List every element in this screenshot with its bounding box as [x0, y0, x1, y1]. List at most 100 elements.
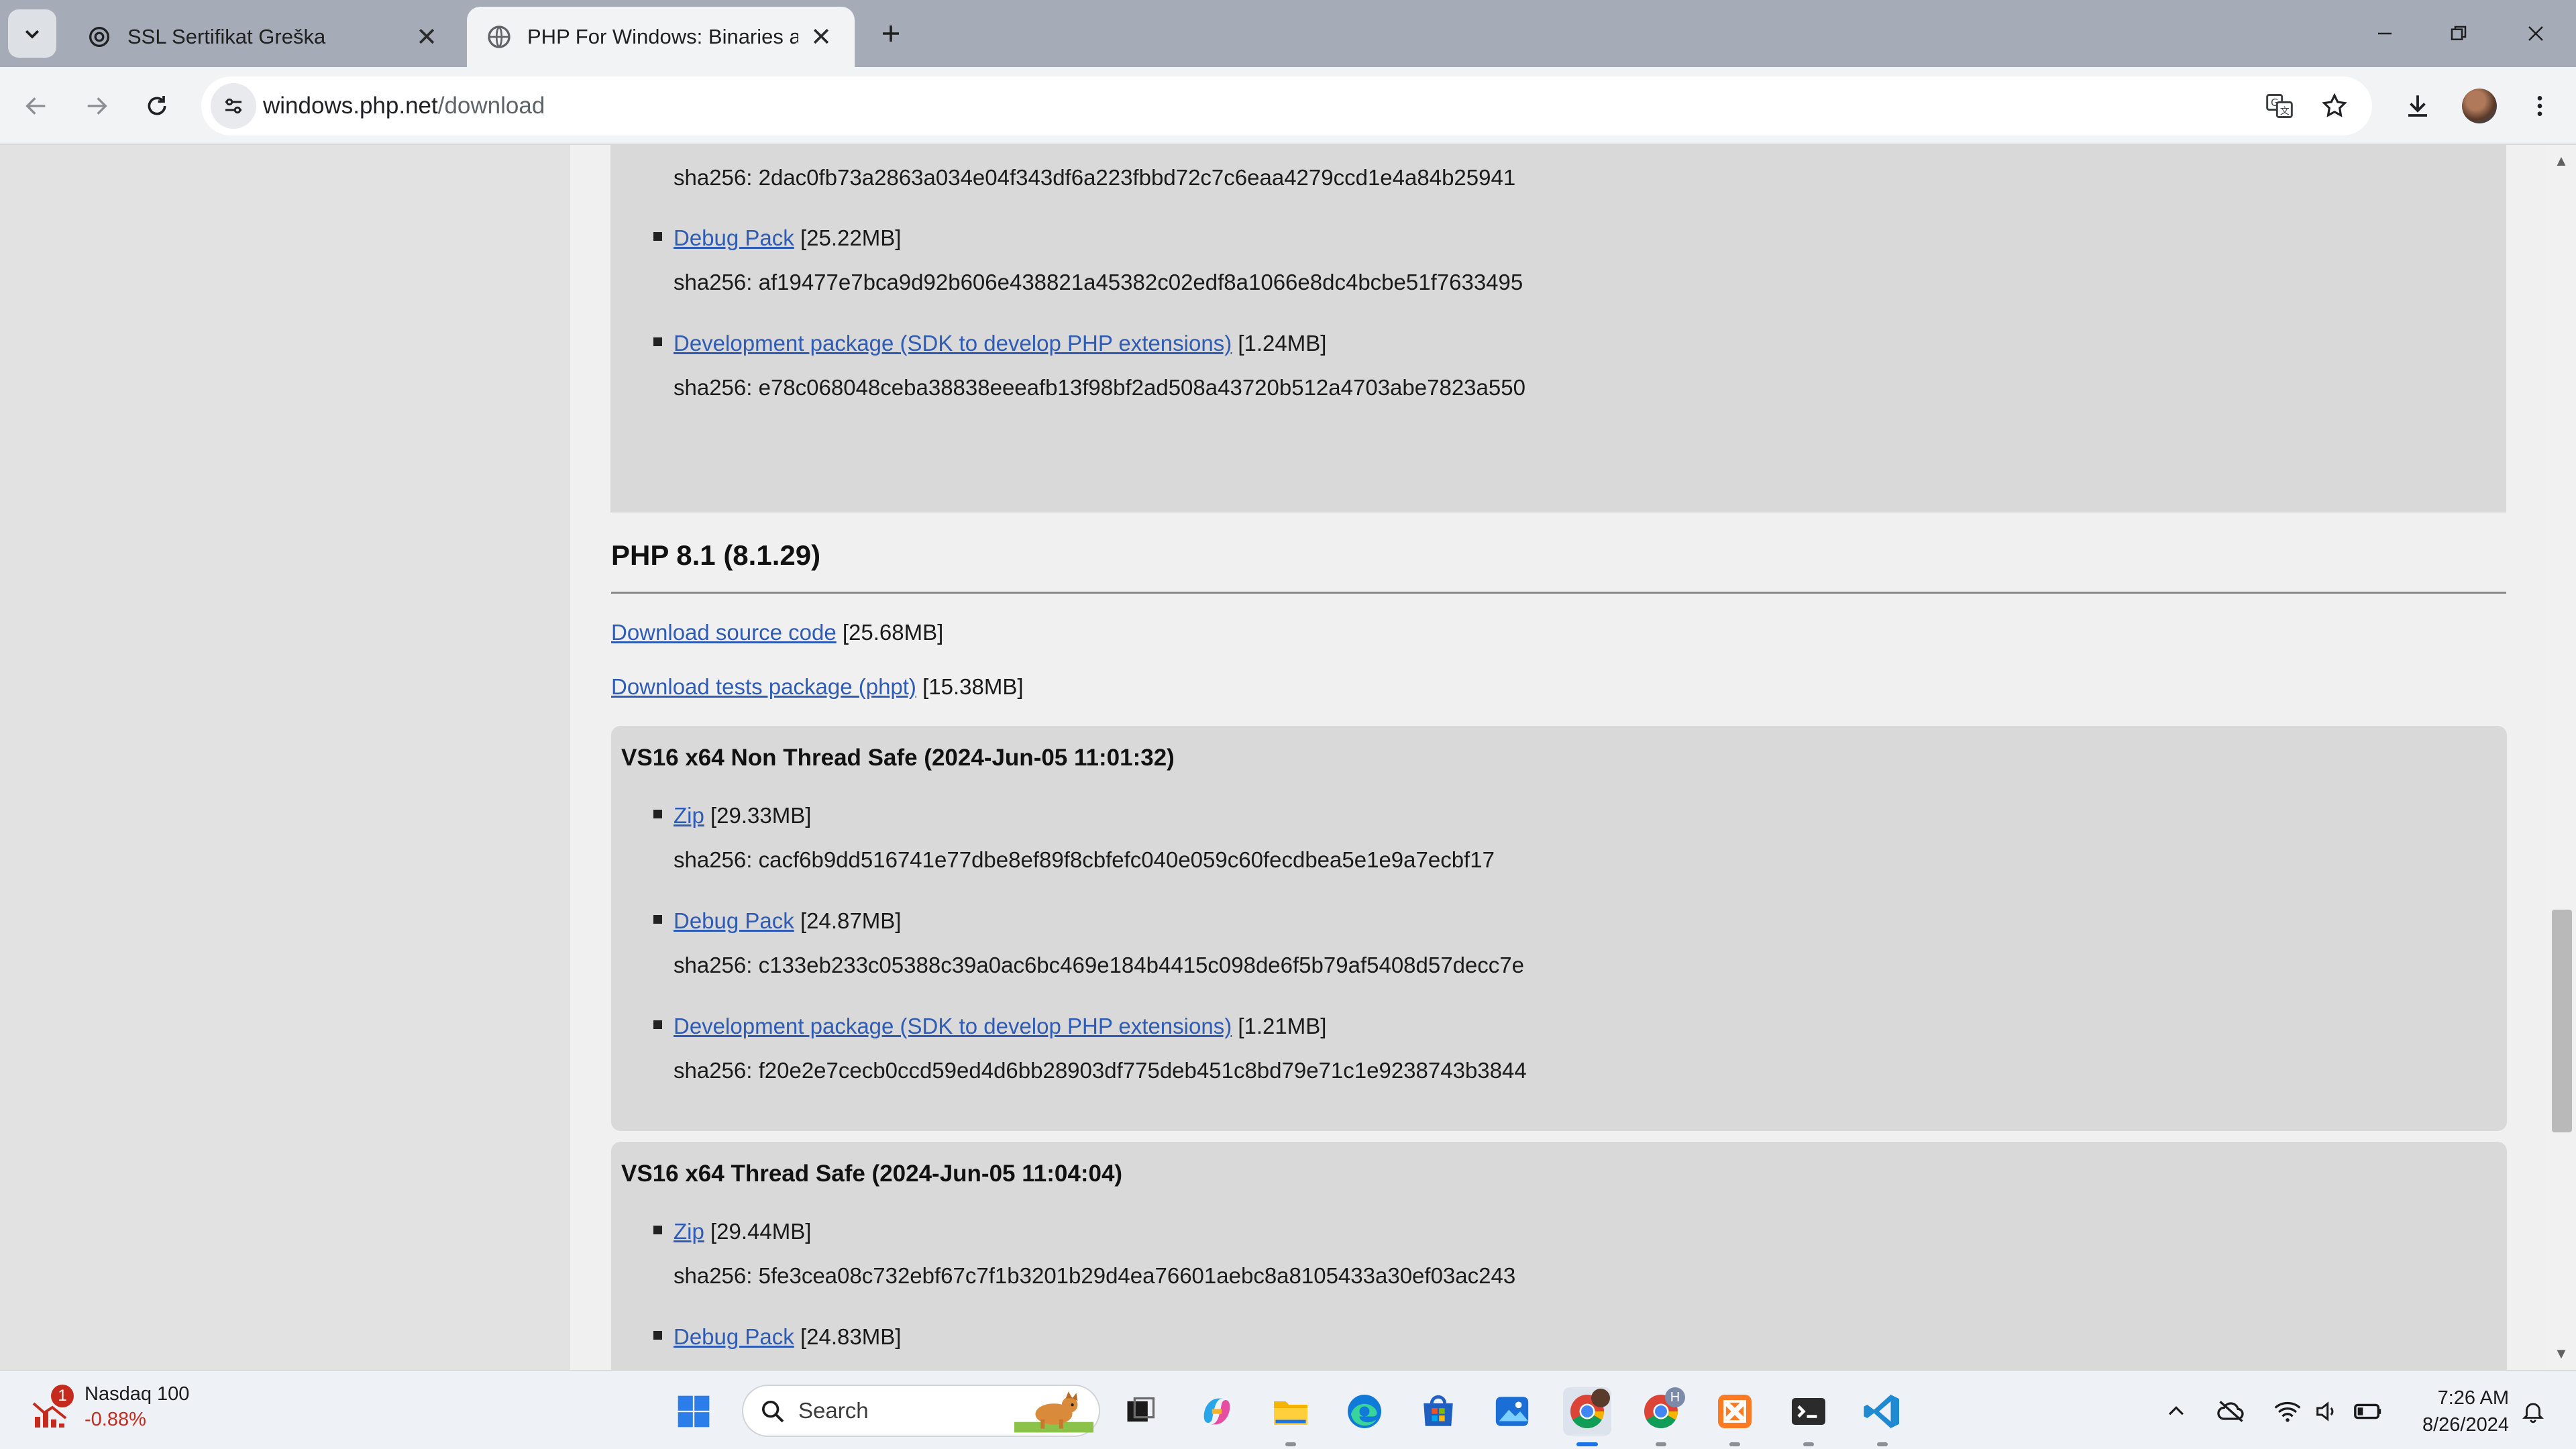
- tab-search-button[interactable]: [8, 9, 56, 58]
- chrome-button[interactable]: [1563, 1387, 1611, 1446]
- stock-widget[interactable]: 1 Nasdaq 100 -0.88%: [0, 1371, 215, 1449]
- debug-pack-link[interactable]: Debug Pack: [674, 1324, 794, 1349]
- clock[interactable]: 7:26 AM 8/26/2024: [2402, 1385, 2509, 1438]
- site-info-button[interactable]: [211, 83, 256, 129]
- file-explorer-button[interactable]: [1267, 1387, 1315, 1446]
- running-indicator: [1803, 1442, 1814, 1446]
- notifications-button[interactable]: [2514, 1387, 2552, 1436]
- clock-date: 8/26/2024: [2422, 1414, 2509, 1436]
- copilot-icon: [1203, 1398, 1230, 1425]
- running-indicator: [1285, 1442, 1296, 1446]
- reload-icon: [148, 96, 166, 115]
- zip-sha256: sha256: 5fe3cea08c732ebf67c7f1b3201b29d4…: [674, 1263, 1516, 1288]
- translate-button[interactable]: G文: [2259, 86, 2300, 126]
- dev-package-size: [1.21MB]: [1238, 1014, 1327, 1038]
- zip-link[interactable]: Zip: [674, 1219, 704, 1244]
- copilot-button[interactable]: [1193, 1387, 1241, 1436]
- photos-button[interactable]: [1488, 1387, 1536, 1436]
- profile-letter-badge: H: [1665, 1387, 1685, 1407]
- source-size: [25.68MB]: [842, 620, 944, 645]
- openai-favicon-icon: [89, 27, 109, 47]
- list-bullet: [653, 810, 662, 818]
- terminal-icon: [1792, 1398, 1825, 1425]
- profile-badge: [1591, 1389, 1610, 1407]
- running-indicator: [1656, 1442, 1666, 1446]
- version-card-php-8-1: PHP 8.1 (8.1.29) Download source code [2…: [570, 513, 2546, 1370]
- terminal-button[interactable]: [1784, 1387, 1833, 1446]
- url-host: windows.php.net: [263, 93, 438, 119]
- svg-text:文: 文: [2280, 106, 2290, 117]
- show-hidden-icons-button[interactable]: [2157, 1387, 2195, 1436]
- reload-button[interactable]: [133, 82, 181, 130]
- chrome-profile-button[interactable]: H: [1637, 1387, 1685, 1446]
- build-title: VS16 x64 Thread Safe (2024-Jun-05 11:04:…: [621, 1161, 1123, 1187]
- back-button[interactable]: [12, 82, 60, 130]
- start-button[interactable]: [669, 1387, 718, 1436]
- title-divider: [611, 592, 2506, 594]
- onedrive-button[interactable]: [2211, 1387, 2251, 1436]
- edge-button[interactable]: [1340, 1387, 1389, 1436]
- tab-label: SSL Sertifikat Greška: [127, 25, 326, 48]
- download-source-link[interactable]: Download source code: [611, 620, 837, 645]
- arrow-left-icon: [25, 97, 46, 115]
- debug-pack-link[interactable]: Debug Pack: [674, 225, 794, 250]
- bookmark-button[interactable]: [2314, 86, 2355, 126]
- debug-pack-link[interactable]: Debug Pack: [674, 908, 794, 933]
- active-indicator: [1576, 1442, 1598, 1446]
- edge-icon: [1348, 1395, 1381, 1428]
- battery-button[interactable]: [2348, 1387, 2388, 1436]
- task-view-icon: [1127, 1397, 1155, 1422]
- plus-icon: [883, 25, 899, 42]
- running-indicator: [1877, 1442, 1888, 1446]
- task-view-button[interactable]: [1116, 1387, 1165, 1436]
- search-placeholder: Search: [798, 1398, 869, 1423]
- downloads-button[interactable]: [2394, 82, 2442, 130]
- dev-package-link[interactable]: Development package (SDK to develop PHP …: [674, 331, 1232, 356]
- forward-button[interactable]: [72, 82, 121, 130]
- dev-package-link[interactable]: Development package (SDK to develop PHP …: [674, 1014, 1232, 1038]
- page-scrollbar[interactable]: ▲ ▼: [2546, 145, 2576, 1370]
- debug-pack-size: [24.87MB]: [800, 908, 902, 933]
- minimize-button[interactable]: [2348, 0, 2422, 67]
- debug-pack-item: Debug Pack [24.83MB]: [674, 1324, 901, 1350]
- scroll-up-arrow-icon[interactable]: ▲: [2553, 152, 2569, 169]
- running-indicator: [1729, 1442, 1740, 1446]
- chrome-menu-button[interactable]: [2516, 82, 2564, 130]
- search-icon: [762, 1401, 784, 1423]
- speaker-icon: [2316, 1401, 2334, 1421]
- scroll-thumb[interactable]: [2552, 910, 2572, 1132]
- chevron-down-icon: [25, 30, 40, 39]
- search-highlight-dog-icon: [1014, 1391, 1093, 1433]
- scroll-down-arrow-icon[interactable]: ▼: [2553, 1345, 2569, 1362]
- translate-icon: G文: [2266, 94, 2293, 118]
- profile-button[interactable]: [2455, 82, 2504, 130]
- microsoft-store-button[interactable]: [1414, 1387, 1462, 1436]
- url-text: windows.php.net/download: [263, 76, 545, 136]
- zip-link[interactable]: Zip: [674, 803, 704, 828]
- download-icon: [2408, 95, 2427, 117]
- avatar: [2462, 89, 2497, 123]
- download-tests-link[interactable]: Download tests package (phpt): [611, 674, 916, 699]
- network-button[interactable]: [2267, 1387, 2308, 1436]
- vscode-button[interactable]: [1858, 1387, 1907, 1446]
- debug-pack-sha256: sha256: c133eb233c05388c39a0ac6bc469e184…: [674, 953, 1525, 977]
- taskbar-search[interactable]: Search: [742, 1385, 1100, 1437]
- tab-php-windows[interactable]: PHP For Windows: Binaries and ✕: [467, 7, 855, 67]
- zip-item: Zip [29.33MB]: [674, 803, 811, 828]
- windows-logo-icon: [678, 1395, 710, 1428]
- chevron-up-icon: [2168, 1406, 2184, 1415]
- address-bar[interactable]: windows.php.net/download G文: [201, 76, 2372, 136]
- restore-button[interactable]: [2422, 0, 2496, 67]
- close-window-button[interactable]: [2499, 0, 2573, 67]
- debug-pack-size: [24.83MB]: [800, 1324, 902, 1349]
- volume-button[interactable]: [2306, 1387, 2347, 1436]
- wifi-icon: [2274, 1401, 2301, 1422]
- close-tab-icon[interactable]: ✕: [806, 22, 836, 52]
- new-tab-button[interactable]: [872, 15, 910, 52]
- close-tab-icon[interactable]: ✕: [412, 22, 441, 52]
- tab-ssl-sertifikat[interactable]: SSL Sertifikat Greška ✕: [67, 7, 460, 67]
- xampp-button[interactable]: [1711, 1387, 1759, 1446]
- tests-size: [15.38MB]: [922, 674, 1024, 699]
- folder-icon: [1274, 1401, 1307, 1425]
- zip-sha256: sha256: 2dac0fb73a2863a034e04f343df6a223…: [674, 165, 1516, 190]
